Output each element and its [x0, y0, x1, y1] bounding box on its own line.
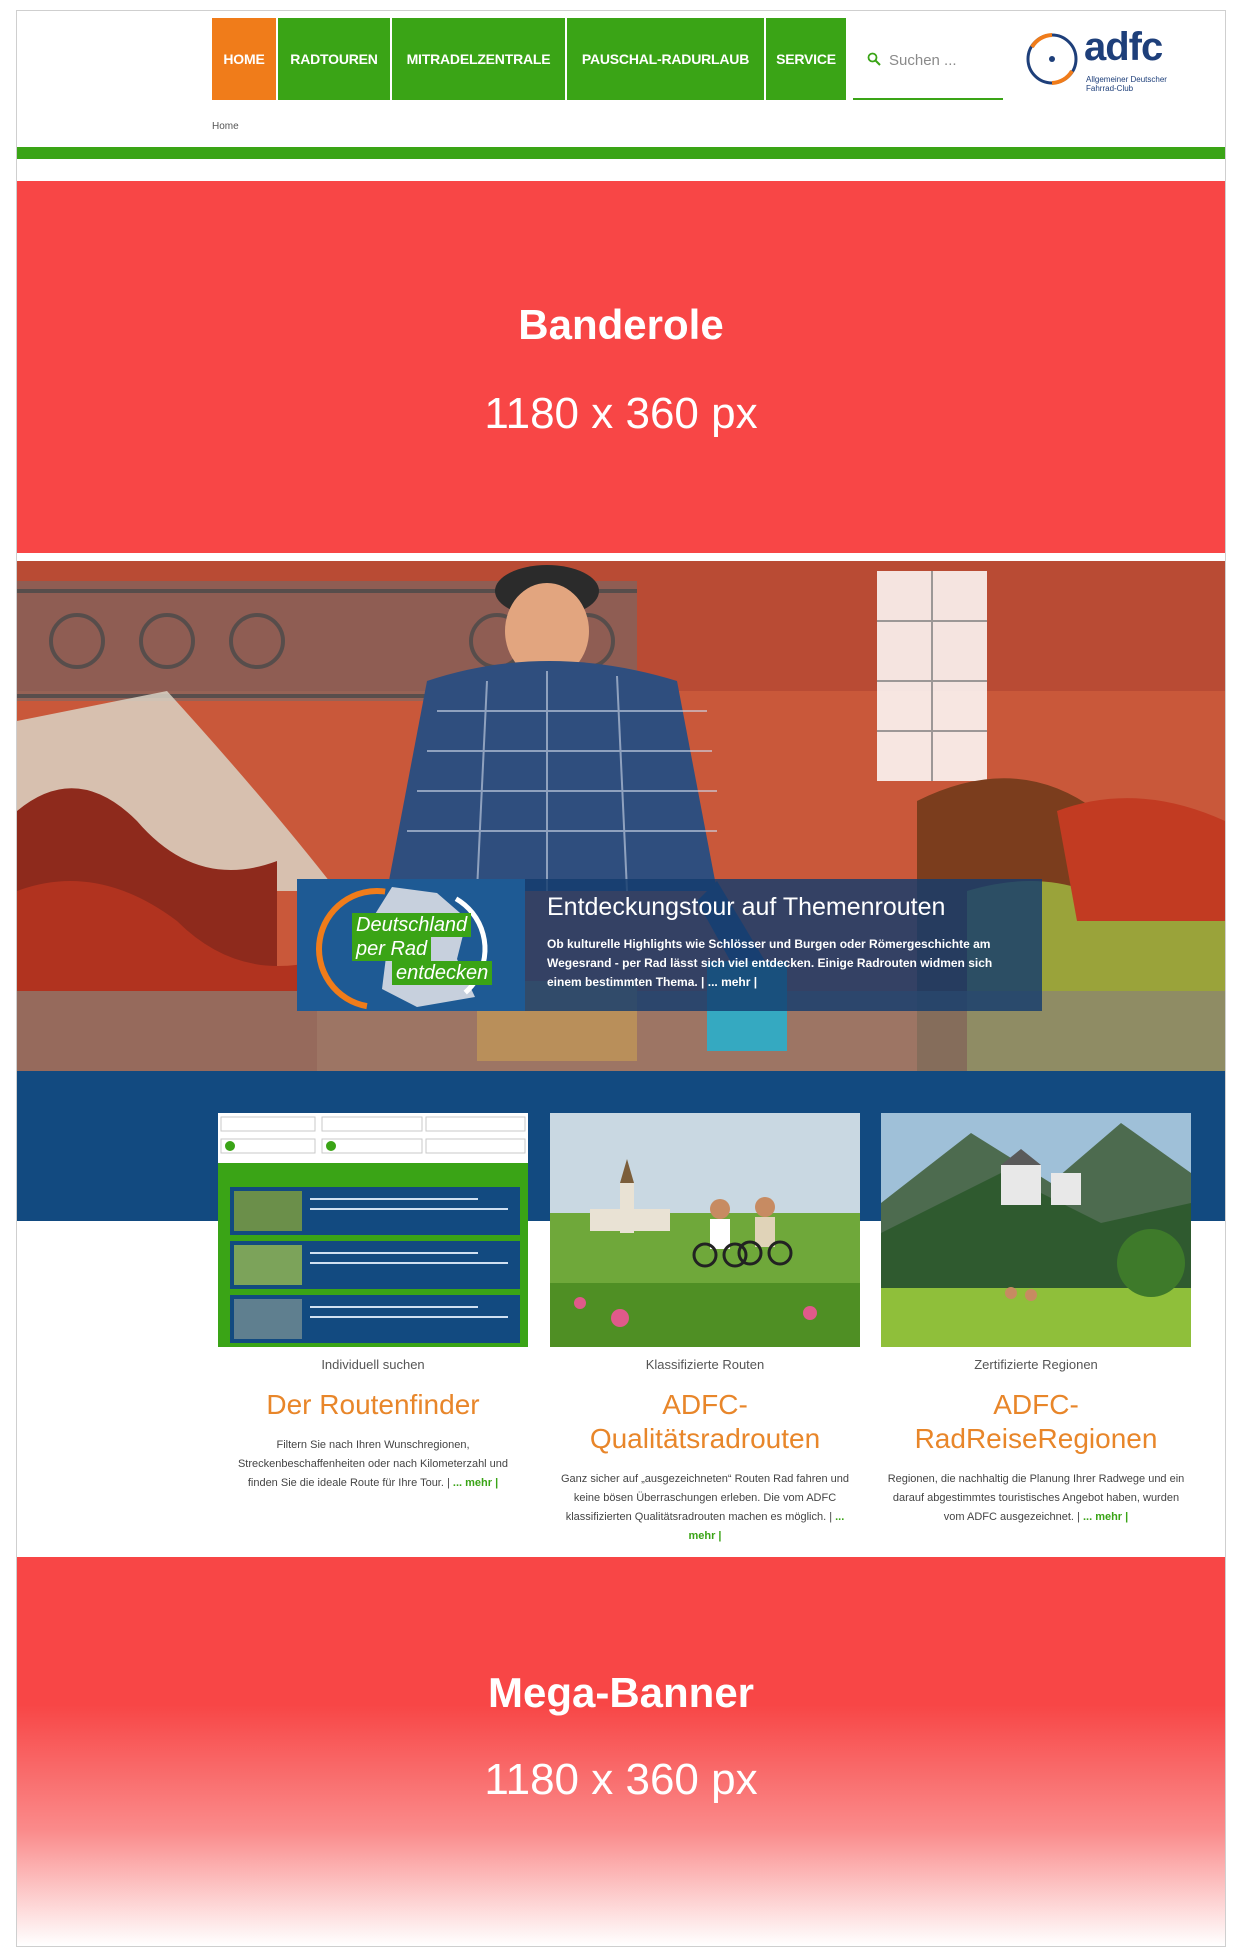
badge-line-3: entdecken — [392, 961, 493, 985]
logo-subtitle: Allgemeiner Deutscher Fahrrad-Club — [1086, 75, 1167, 93]
hero-heading: Entdeckungstour auf Themenrouten — [547, 893, 946, 921]
search-input[interactable] — [887, 48, 1001, 72]
hero-teaser[interactable]: Deutschland per Rad entdecken Entdeckung… — [297, 879, 1042, 1011]
nav-home[interactable]: HOME — [212, 18, 278, 100]
card-routenfinder[interactable]: Individuell suchen Der Routenfinder Filt… — [218, 1113, 528, 1493]
hero-slider[interactable]: Deutschland per Rad entdecken Entdeckung… — [17, 561, 1225, 1071]
nav-service[interactable]: SERVICE — [766, 18, 848, 100]
page-frame: HOME RADTOUREN MITRADELZENTRALE PAUSCHAL… — [16, 10, 1226, 1947]
breadcrumb[interactable]: Home — [212, 121, 239, 132]
card-heading[interactable]: ADFC-RadReiseRegionen — [881, 1388, 1191, 1456]
card-kicker: Individuell suchen — [321, 1357, 425, 1372]
routenfinder-preview — [218, 1113, 528, 1347]
header-divider — [17, 147, 1225, 159]
ad-mega-banner-title: Mega-Banner — [487, 1669, 755, 1716]
nav-pauschal-radurlaub[interactable]: PAUSCHAL-RADURLAUB — [567, 18, 766, 100]
badge-line-2: per Rad — [352, 937, 432, 961]
logo-wordmark: adfc — [1084, 25, 1163, 69]
nav-radtouren[interactable]: RADTOUREN — [278, 18, 392, 100]
more-link[interactable]: ... mehr | — [1083, 1511, 1128, 1523]
card-heading[interactable]: ADFC-Qualitätsradrouten — [550, 1388, 860, 1456]
cyclists-meadow-photo — [550, 1113, 860, 1347]
ad-mega-banner[interactable]: Mega-Banner 1180 x 360 px — [17, 1557, 1225, 1946]
main-nav: HOME RADTOUREN MITRADELZENTRALE PAUSCHAL… — [212, 18, 848, 100]
castle-landscape-photo — [881, 1113, 1191, 1347]
ad-banderole-title: Banderole — [518, 301, 724, 348]
card-text: Filtern Sie nach Ihren Wunschregionen, S… — [237, 1439, 509, 1489]
card-kicker: Zertifizierte Regionen — [974, 1357, 1098, 1372]
card-text: Ganz sicher auf „ausgezeichneten“ Routen… — [560, 1473, 849, 1542]
search-box — [853, 18, 1003, 100]
nav-mitradelzentrale[interactable]: MITRADELZENTRALE — [392, 18, 567, 100]
logo-wheel-icon — [1026, 33, 1078, 85]
card-heading[interactable]: Der Routenfinder — [218, 1388, 528, 1422]
card-qualitaetsradrouten[interactable]: Klassifizierte Routen ADFC-Qualitätsradr… — [550, 1113, 860, 1546]
card-text: Regionen, die nachhaltig die Planung Ihr… — [887, 1473, 1185, 1523]
ad-banderole[interactable]: Banderole 1180 x 360 px — [17, 181, 1225, 553]
card-radreiseregionen[interactable]: Zertifizierte Regionen ADFC-RadReiseRegi… — [881, 1113, 1191, 1527]
hero-text[interactable]: Ob kulturelle Highlights wie Schlösser u… — [547, 935, 1017, 992]
badge-line-1: Deutschland — [352, 913, 472, 937]
card-kicker: Klassifizierte Routen — [645, 1357, 765, 1372]
adfc-logo[interactable]: adfc Allgemeiner Deutscher Fahrrad-Club — [1022, 25, 1202, 99]
routenfinder-screenshot — [218, 1113, 528, 1347]
ad-banderole-size: 1180 x 360 px — [484, 389, 758, 438]
more-link[interactable]: ... mehr | — [453, 1477, 498, 1489]
search-icon[interactable] — [867, 52, 881, 66]
ad-mega-banner-size: 1180 x 360 px — [484, 1755, 758, 1804]
